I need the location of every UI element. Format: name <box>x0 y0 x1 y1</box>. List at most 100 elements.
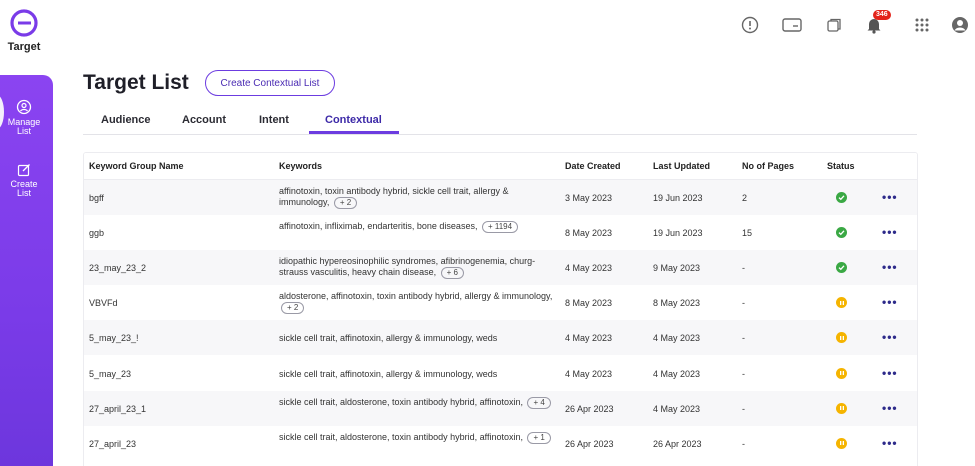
no-of-pages: - <box>742 333 745 344</box>
status-pending-icon <box>836 367 847 379</box>
more-keywords-pill[interactable]: + 4 <box>527 396 551 409</box>
column-header-no-of-pages[interactable]: No of Pages <box>742 161 794 171</box>
apps-grid-icon[interactable] <box>911 14 933 36</box>
info-icon[interactable] <box>739 14 761 36</box>
keywords-cell: affinotoxin, toxin antibody hybrid, sick… <box>279 186 554 209</box>
last-updated: 4 May 2023 <box>653 403 701 414</box>
no-of-pages: - <box>742 298 745 309</box>
date-created: 4 May 2023 <box>565 368 613 379</box>
last-updated: 4 May 2023 <box>653 333 701 344</box>
table-row[interactable]: 27_april_23_1 sickle cell trait, aldoster… <box>84 390 917 426</box>
status-active-icon <box>836 262 847 274</box>
keywords-text: sickle cell trait, affinotoxin, allergy … <box>279 333 498 344</box>
more-keywords-pill[interactable]: + 2 <box>281 302 305 315</box>
keyword-group-name: 23_may_23_2 <box>89 263 147 274</box>
last-updated: 9 May 2023 <box>653 263 701 274</box>
column-header-keyword-group-name[interactable]: Keyword Group Name <box>89 161 184 171</box>
keywords-text: idiopathic hypereosinophilic syndromes, … <box>279 256 536 278</box>
table-row[interactable]: bgff affinotoxin, toxin antibody hybrid, … <box>84 180 917 215</box>
status-pending-icon <box>836 297 847 309</box>
row-actions-menu-icon[interactable]: ••• <box>882 366 898 380</box>
no-of-pages: 15 <box>742 228 753 239</box>
keywords-text: aldosterone, affinotoxin, toxin antibody… <box>279 291 553 302</box>
more-keywords-pill[interactable]: + 2 <box>333 197 358 209</box>
date-created: 26 Apr 2023 <box>565 403 614 414</box>
keywords-cell: sickle cell trait, aldosterone, toxin an… <box>279 431 554 444</box>
keywords-text: sickle cell trait, affinotoxin, allergy … <box>279 368 498 379</box>
row-actions-menu-icon[interactable]: ••• <box>882 401 898 415</box>
bell-icon[interactable]: 346 <box>863 10 891 36</box>
tab-account[interactable]: Account <box>182 114 226 126</box>
last-updated: 4 May 2023 <box>653 368 701 379</box>
table-row[interactable]: 23_may_23_2 idiopathic hypereosinophilic … <box>84 250 917 286</box>
row-actions-menu-icon[interactable]: ••• <box>882 295 898 309</box>
no-of-pages: 2 <box>742 193 748 203</box>
copy-icon[interactable] <box>823 14 845 36</box>
app-name: Target <box>7 41 41 53</box>
no-of-pages: - <box>742 368 745 379</box>
manage-list-icon <box>16 99 32 115</box>
row-actions-menu-icon[interactable]: ••• <box>882 190 898 204</box>
last-updated: 26 Apr 2023 <box>653 438 702 449</box>
row-actions-menu-icon[interactable]: ••• <box>882 436 898 450</box>
row-actions-menu-icon[interactable]: ••• <box>882 225 898 239</box>
create-list-icon <box>17 164 30 177</box>
column-header-date-created[interactable]: Date Created <box>565 161 621 171</box>
keyword-group-name: 5_may_23 <box>89 368 132 379</box>
create-contextual-list-button[interactable]: Create Contextual List <box>205 70 335 96</box>
row-actions-menu-icon[interactable]: ••• <box>882 260 898 274</box>
sidebar: Manage List Create List <box>0 75 53 466</box>
table-row[interactable]: ggb affinotoxin, infliximab, endarteritis… <box>84 215 917 250</box>
tab-intent[interactable]: Intent <box>259 114 289 126</box>
row-actions-menu-icon[interactable]: ••• <box>882 330 898 344</box>
user-avatar-icon[interactable] <box>949 14 971 36</box>
column-header-keywords[interactable]: Keywords <box>279 161 322 171</box>
no-of-pages: - <box>742 403 745 414</box>
table-row[interactable]: 5_may_23 sickle cell trait, affinotoxin, … <box>84 356 917 391</box>
date-created: 3 May 2023 <box>565 193 613 203</box>
table-row[interactable]: 5_may_23_! sickle cell trait, affinotoxin… <box>84 320 917 356</box>
date-created: 8 May 2023 <box>565 298 613 309</box>
keywords-text: sickle cell trait, aldosterone, toxin an… <box>279 431 523 442</box>
no-of-pages: - <box>742 438 745 449</box>
more-keywords-pill[interactable]: + 1194 <box>481 221 519 234</box>
table-header: Keyword Group Name Keywords Date Created… <box>84 153 917 180</box>
app-logo[interactable]: Target <box>6 8 42 53</box>
sidebar-label: List <box>16 126 31 136</box>
page: Target 346 Manage List Create List Targe… <box>0 0 975 466</box>
logo-icon <box>10 9 38 37</box>
target-list-table: Keyword Group Name Keywords Date Created… <box>83 152 918 466</box>
keywords-text: affinotoxin, toxin antibody hybrid, sick… <box>279 186 509 207</box>
tab-bar: Audience Account Intent Contextual <box>83 108 917 135</box>
keywords-cell: idiopathic hypereosinophilic syndromes, … <box>279 256 554 280</box>
card-icon[interactable] <box>781 14 803 36</box>
tab-contextual[interactable]: Contextual <box>325 114 382 126</box>
keywords-text: sickle cell trait, aldosterone, toxin an… <box>279 396 523 407</box>
keywords-cell: sickle cell trait, affinotoxin, allergy … <box>279 333 554 344</box>
sidebar-item-manage-list[interactable]: Manage List <box>0 99 48 136</box>
keywords-cell: affinotoxin, infliximab, endarteritis, b… <box>279 221 554 234</box>
page-title: Target List <box>83 71 189 94</box>
last-updated: 19 Jun 2023 <box>653 193 703 203</box>
status-pending-icon <box>836 437 847 449</box>
date-created: 4 May 2023 <box>565 263 613 274</box>
more-keywords-pill[interactable]: + 1 <box>527 431 551 444</box>
date-created: 8 May 2023 <box>565 228 613 239</box>
more-keywords-pill[interactable]: + 6 <box>440 267 464 280</box>
active-tab-underline <box>309 131 399 134</box>
tab-audience[interactable]: Audience <box>101 114 151 126</box>
table-row[interactable]: 27_april_23 sickle cell trait, aldosteron… <box>84 426 917 461</box>
status-active-icon <box>836 227 847 239</box>
table-row[interactable]: VBVFd aldosterone, affinotoxin, toxin ant… <box>84 285 917 320</box>
column-header-status[interactable]: Status <box>827 161 855 171</box>
keywords-cell: sickle cell trait, aldosterone, toxin an… <box>279 396 554 409</box>
last-updated: 8 May 2023 <box>653 298 701 309</box>
column-header-last-updated[interactable]: Last Updated <box>653 161 710 171</box>
last-updated: 19 Jun 2023 <box>653 228 703 239</box>
date-created: 26 Apr 2023 <box>565 438 614 449</box>
sidebar-label: List <box>16 188 31 198</box>
sidebar-item-create-list[interactable]: Create List <box>0 163 48 198</box>
status-pending-icon <box>836 332 847 344</box>
keyword-group-name: bgff <box>89 193 104 203</box>
no-of-pages: - <box>742 263 745 274</box>
